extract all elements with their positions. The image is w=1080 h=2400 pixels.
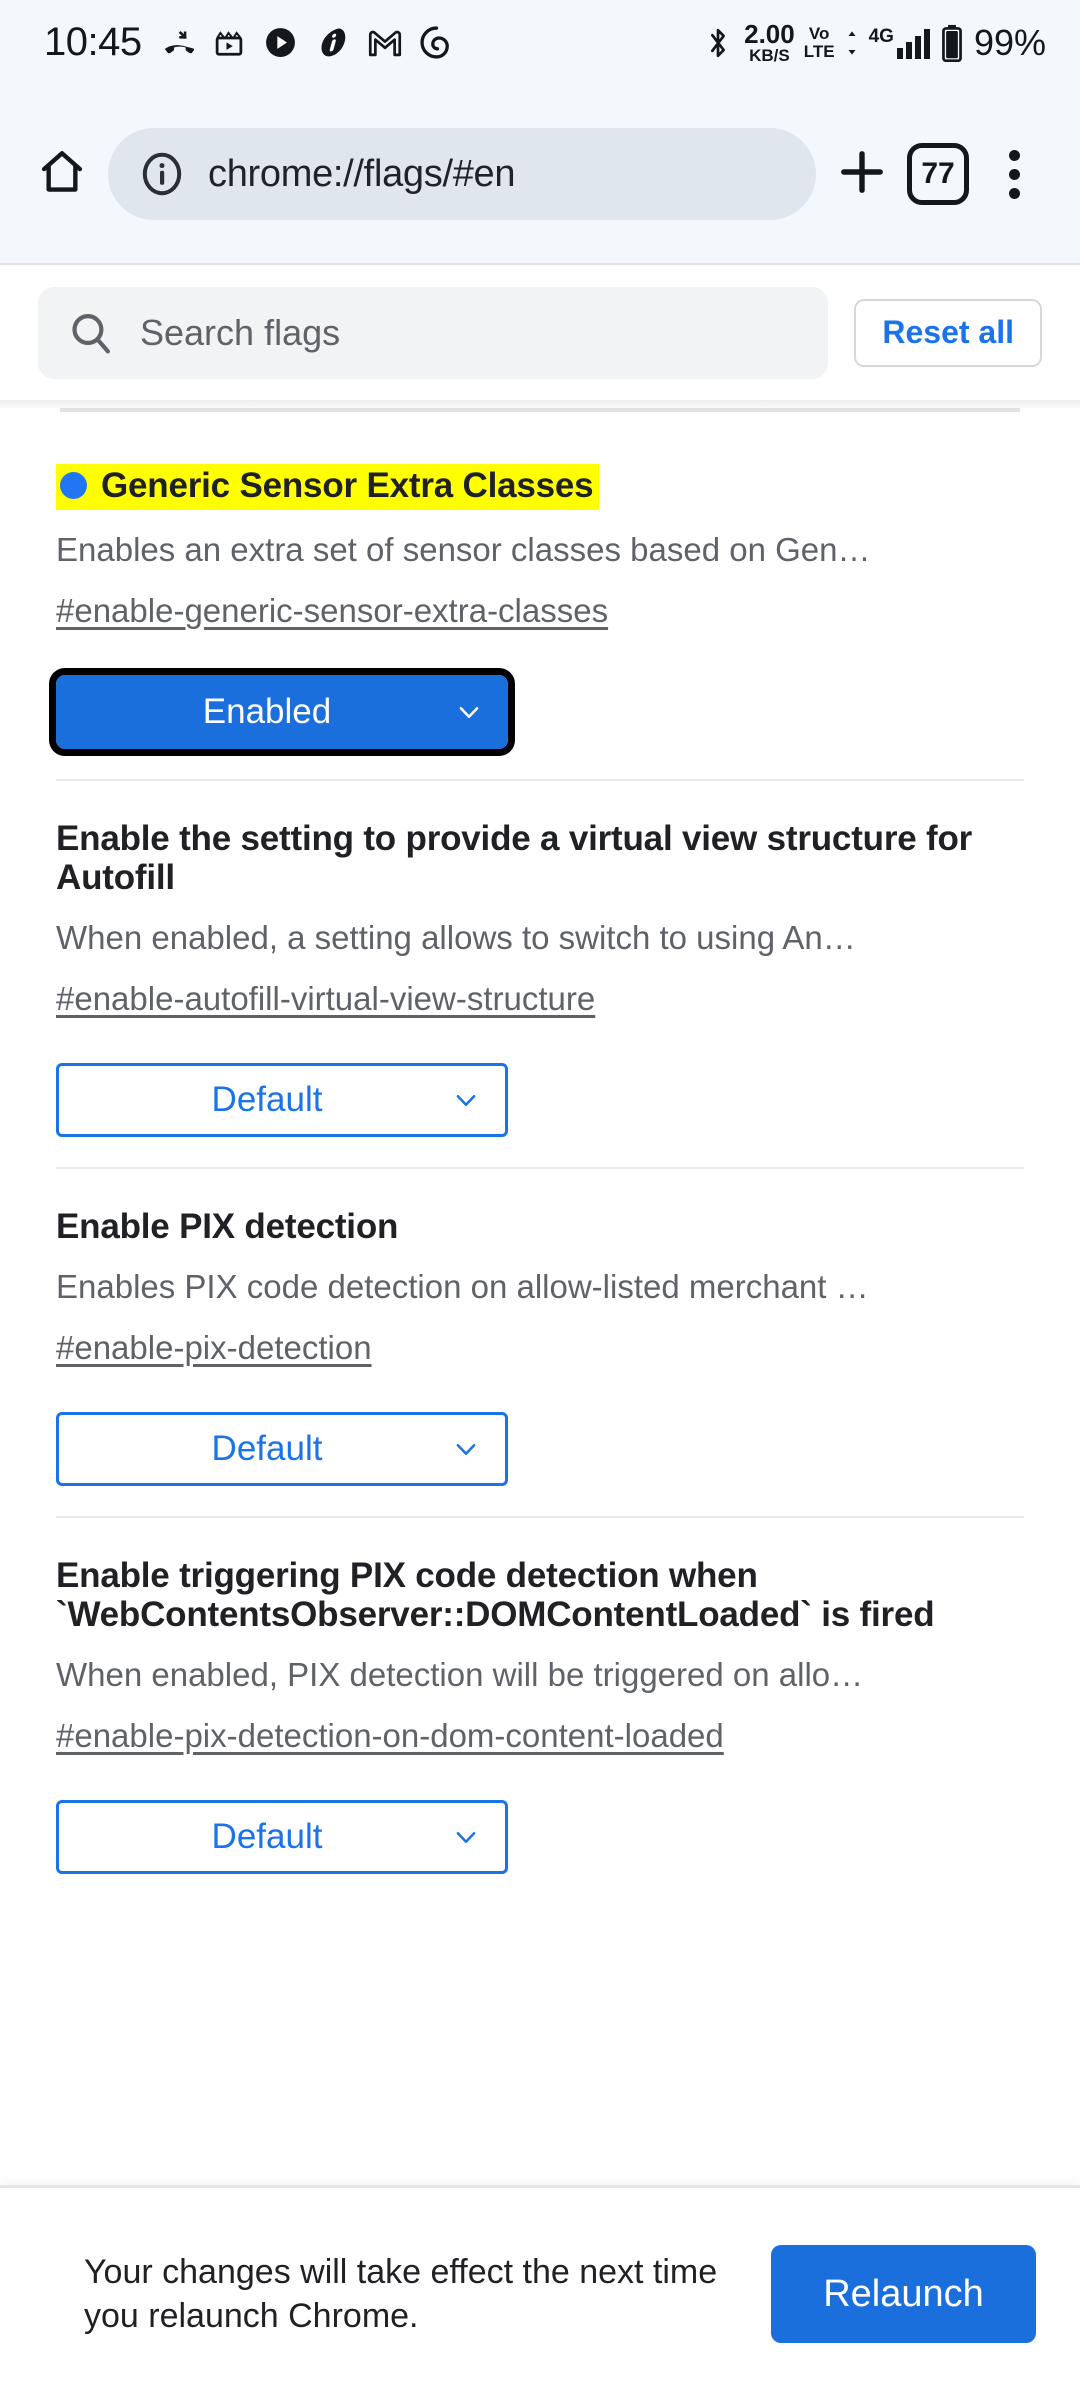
flag-description: Enables an extra set of sensor classes b… [56,530,871,568]
flag-state-select[interactable]: Default [56,1800,508,1875]
info-circle-icon[interactable] [138,150,186,198]
status-bar-notification-icons [160,26,454,60]
menu-button[interactable] [976,136,1052,212]
flag-title: Enable the setting to provide a virtual … [56,818,973,898]
missed-call-icon [160,26,194,60]
search-input-placeholder[interactable]: Search flags [140,312,340,354]
relaunch-button[interactable]: Relaunch [771,2245,1036,2343]
network-speed-indicator: 2.00 KB/S [744,21,795,64]
play-circle-icon [264,26,298,60]
data-transfer-arrows-icon [844,26,860,60]
flag-state-value: Enabled [202,691,332,731]
flag-title: Generic Sensor Extra Classes [56,464,600,510]
flags-list: Generic Sensor Extra Classes Enables an … [0,412,1080,1905]
chevron-down-icon [451,1085,481,1115]
overflow-menu-icon [1008,149,1020,199]
flag-id-link[interactable]: #enable-autofill-virtual-view-structure [56,979,595,1019]
battery-icon [939,24,965,62]
flag-state-value: Default [211,1080,323,1120]
plus-icon [836,146,888,203]
volte-line-1: Vo [808,23,830,43]
signal-bars-icon [896,29,930,59]
flag-id-link[interactable]: #enable-pix-detection-on-dom-content-loa… [56,1716,724,1756]
network-speed-value: 2.00 [744,19,795,49]
clapperboard-icon [212,26,246,60]
volte-indicator: Vo LTE [803,23,835,61]
gmail-icon [368,26,402,60]
flag-entry: Generic Sensor Extra Classes Enables an … [0,412,1080,779]
search-section-shadow [0,400,1080,408]
flag-title: Enable triggering PIX code detection whe… [56,1555,935,1635]
flag-id-link[interactable]: #enable-pix-detection [56,1328,372,1368]
chevron-down-icon [451,1434,481,1464]
status-bar: 10:45 2.00 KB/S Vo LTE 4G 99% [0,0,1080,85]
flag-state-value: Default [211,1817,323,1857]
url-text[interactable]: chrome://flags/#en [208,153,515,196]
flag-description: When enabled, PIX detection will be trig… [56,1655,864,1693]
search-icon [68,310,114,356]
flag-title: Enable PIX detection [56,1207,399,1247]
status-bar-right: 2.00 KB/S Vo LTE 4G 99% [701,21,1046,64]
reset-all-button[interactable]: Reset all [854,298,1042,367]
status-bar-left: 10:45 [44,20,454,65]
flag-entry: Enable triggering PIX code detection whe… [0,1515,1080,1904]
flag-state-value: Default [211,1428,323,1468]
blue-dot-marker-icon [60,472,87,500]
relaunch-message: Your changes will take effect the next t… [84,2252,718,2335]
volte-line-2: LTE [803,41,835,61]
flag-title-text: Generic Sensor Extra Classes [101,466,594,505]
flags-search-row: Search flags Reset all [0,265,1080,400]
clock: 10:45 [44,20,142,64]
omnibox[interactable]: chrome://flags/#en [108,128,816,220]
spiral-app-icon [420,26,454,60]
tab-count-badge: 77 [907,143,969,205]
network-speed-unit: KB/S [749,46,790,65]
search-flags-field[interactable]: Search flags [38,286,829,379]
home-button[interactable] [24,136,100,212]
browser-toolbar: chrome://flags/#en 77 [0,85,1080,265]
tab-switcher-button[interactable]: 77 [900,136,976,212]
bluetooth-icon [701,26,735,60]
battery-percentage: 99% [973,21,1046,63]
network-type-label: 4G [868,26,894,47]
flag-entry: Enable PIX detection Enables PIX code de… [0,1167,1080,1516]
flag-state-select[interactable]: Enabled [49,667,515,756]
home-icon [37,147,87,202]
chevron-down-icon [451,1822,481,1852]
relaunch-bar: Your changes will take effect the next t… [0,2185,1080,2400]
cellular-signal-indicator: 4G [869,26,930,59]
flag-id-link[interactable]: #enable-generic-sensor-extra-classes [56,591,608,631]
flag-description: When enabled, a setting allows to switch… [56,918,856,956]
flag-state-select[interactable]: Default [56,1063,508,1138]
new-tab-button[interactable] [824,136,900,212]
flag-description: Enables PIX code detection on allow-list… [56,1267,869,1305]
flag-state-select[interactable]: Default [56,1411,508,1486]
chevron-down-icon [454,697,484,727]
flag-entry: Enable the setting to provide a virtual … [0,778,1080,1167]
app-italic-i-icon [316,26,350,60]
